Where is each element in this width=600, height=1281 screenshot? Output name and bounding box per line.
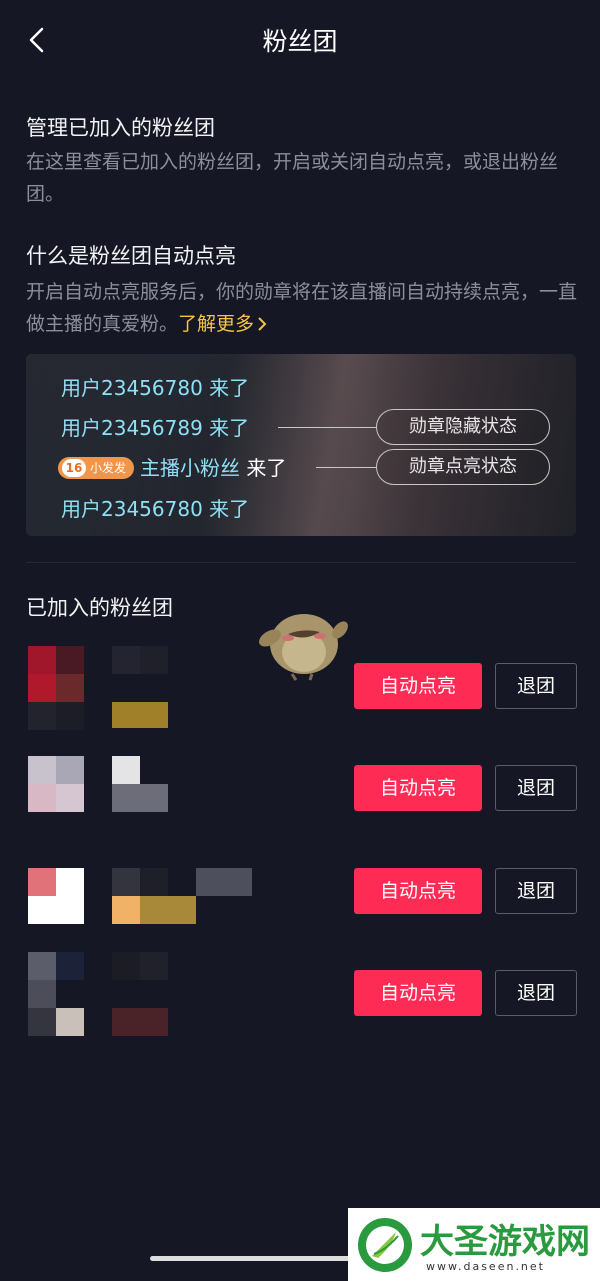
lit-state-pill: 勋章点亮状态 (376, 449, 550, 485)
fan-group-avatar[interactable] (28, 868, 84, 952)
banner-line-3-suffix: 来了 (240, 456, 287, 480)
auto-light-button[interactable]: 自动点亮 (354, 868, 482, 914)
fan-group-row: 自动点亮 退团 (0, 868, 600, 958)
auto-light-section-desc: 开启自动点亮服务后，你的勋章将在该直播间自动持续点亮，一直做主播的真爱粉。了解更… (26, 276, 582, 340)
fan-group-avatar[interactable] (28, 646, 84, 730)
fan-group-name-blurred (112, 952, 252, 1036)
fan-group-name-blurred (112, 868, 252, 952)
auto-light-desc-text: 开启自动点亮服务后，你的勋章将在该直播间自动持续点亮，一直做主播的真爱粉。 (26, 281, 578, 335)
auto-light-illustration: 用户23456780 来了 用户23456789 来了 16 小发发 主播小粉丝 来… (26, 354, 576, 536)
joined-section-title: 已加入的粉丝团 (26, 596, 173, 620)
fan-badge-level: 16 (62, 459, 86, 477)
section-divider (26, 562, 576, 563)
fan-group-row: 自动点亮 退团 (0, 756, 600, 846)
banner-line-2: 用户23456789 来了 (61, 416, 250, 440)
watermark-logo-icon (356, 1216, 414, 1274)
manage-section-desc: 在这里查看已加入的粉丝团，开启或关闭自动点亮，或退出粉丝团。 (26, 151, 559, 205)
page-title: 粉丝团 (262, 27, 338, 56)
connector-line-lit (316, 467, 376, 468)
fan-badge: 16 小发发 (58, 457, 135, 479)
connector-line-hidden (278, 427, 376, 428)
auto-light-button[interactable]: 自动点亮 (354, 970, 482, 1016)
quit-group-button[interactable]: 退团 (495, 663, 577, 709)
chevron-right-icon (258, 317, 267, 331)
fan-badge-name: 小发发 (90, 461, 127, 475)
fan-group-avatar[interactable] (28, 952, 84, 1036)
watermark-url: www.daseen.net (426, 1260, 545, 1273)
auto-light-button[interactable]: 自动点亮 (354, 663, 482, 709)
watermark-name: 大圣游戏网 (420, 1222, 590, 1262)
fan-group-row: 自动点亮 退团 (0, 646, 600, 736)
hidden-state-pill: 勋章隐藏状态 (376, 409, 550, 445)
banner-line-3: 16 小发发 主播小粉丝 来了 (58, 452, 286, 481)
banner-line-4: 用户23456780 来了 (61, 497, 250, 521)
auto-light-section-title: 什么是粉丝团自动点亮 (26, 244, 236, 268)
learn-more-label: 了解更多 (178, 313, 255, 335)
fan-group-name-blurred (112, 756, 252, 840)
auto-light-button[interactable]: 自动点亮 (354, 765, 482, 811)
nav-bar: 粉丝团 (0, 0, 600, 80)
learn-more-link[interactable]: 了解更多 (178, 313, 268, 335)
fan-group-avatar[interactable] (28, 756, 84, 840)
fan-group-row: 自动点亮 退团 (0, 952, 600, 1042)
banner-line-3-user: 主播小粉丝 (140, 456, 241, 480)
fan-group-name-blurred (112, 646, 252, 730)
manage-section-title: 管理已加入的粉丝团 (26, 116, 215, 140)
watermark: 大圣游戏网 www.daseen.net (348, 1208, 600, 1281)
quit-group-button[interactable]: 退团 (495, 765, 577, 811)
quit-group-button[interactable]: 退团 (495, 868, 577, 914)
banner-line-1: 用户23456780 来了 (61, 376, 250, 400)
quit-group-button[interactable]: 退团 (495, 970, 577, 1016)
